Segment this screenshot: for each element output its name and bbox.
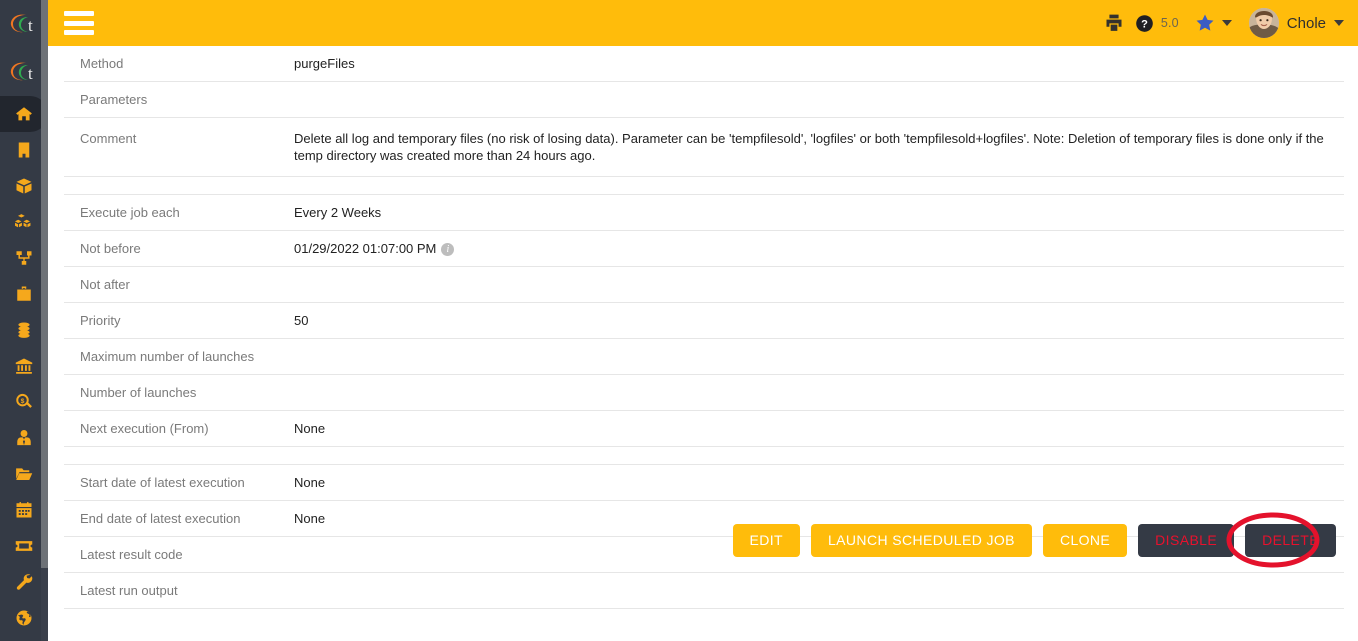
row-value: 01/29/2022 01:07:00 PM — [294, 241, 437, 256]
row-value — [292, 572, 1344, 609]
boxes-icon — [15, 214, 31, 228]
hamburger-bar — [64, 20, 94, 26]
table-row: Not after — [64, 266, 1344, 303]
delete-button-wrapper: DELETE — [1226, 512, 1336, 568]
row-value — [292, 81, 1344, 118]
printer-icon — [1106, 14, 1122, 31]
spacer-cell — [292, 446, 1344, 465]
row-value: None — [292, 464, 1344, 501]
row-value — [292, 374, 1344, 411]
app-root: t t $ ? 5.0 Chole Method purgeFiles Para… — [0, 0, 1358, 641]
row-label: Method — [64, 46, 292, 82]
row-value: purgeFiles — [292, 46, 1344, 82]
row-label: Comment — [64, 117, 292, 177]
table-row: Method purgeFiles — [64, 46, 1344, 82]
home-icon — [16, 107, 32, 121]
svg-text:$: $ — [21, 398, 25, 405]
main-area: ? 5.0 Chole Method purgeFiles Parameters… — [48, 0, 1358, 641]
table-row-spacer — [64, 446, 1344, 465]
row-label: Start date of latest execution — [64, 464, 292, 501]
table-row: Comment Delete all log and temporary fil… — [64, 117, 1344, 177]
row-label: Priority — [64, 302, 292, 339]
chevron-down-icon[interactable] — [1221, 20, 1232, 26]
info-icon[interactable]: i — [441, 243, 455, 256]
row-value: Delete all log and temporary files (no r… — [292, 117, 1344, 177]
logo-crescent-t-icon: t — [10, 14, 33, 35]
disable-button[interactable]: DISABLE — [1138, 524, 1235, 557]
row-value-with-info: 01/29/2022 01:07:00 PM i — [292, 230, 1344, 267]
search-dollar-icon: $ — [16, 393, 32, 408]
table-row-spacer — [64, 176, 1344, 195]
avatar — [1248, 8, 1279, 38]
spacer-cell — [64, 176, 292, 195]
table-row: Next execution (From) None — [64, 410, 1344, 447]
launch-scheduled-job-button[interactable]: LAUNCH SCHEDULED JOB — [811, 524, 1032, 557]
row-label: Parameters — [64, 81, 292, 118]
globe-icon — [16, 610, 32, 626]
row-value: None — [292, 410, 1344, 447]
ticket-icon — [15, 541, 33, 551]
coins-icon — [18, 322, 30, 338]
sidebar: t t $ — [0, 0, 48, 641]
row-value: 50 — [292, 302, 1344, 339]
logo-crescent-t-icon: t — [10, 62, 33, 83]
row-label: Not before — [64, 230, 292, 267]
topbar-actions: ? 5.0 Chole — [1104, 8, 1344, 38]
delete-button[interactable]: DELETE — [1245, 524, 1336, 557]
help-button[interactable]: ? — [1135, 14, 1154, 33]
user-tie-icon — [17, 430, 31, 446]
wrench-icon — [16, 574, 33, 590]
row-label: Execute job each — [64, 194, 292, 231]
star-icon[interactable] — [1195, 13, 1215, 33]
user-menu[interactable]: Chole — [1248, 8, 1344, 38]
bank-icon — [15, 358, 33, 374]
topbar: ? 5.0 Chole — [48, 0, 1358, 46]
version-label: 5.0 — [1160, 16, 1179, 30]
table-row: Not before 01/29/2022 01:07:00 PM i — [64, 230, 1344, 267]
scheduled-job-detail-panel: Method purgeFiles Parameters Comment Del… — [48, 46, 1358, 641]
svg-text:t: t — [28, 16, 33, 35]
sidebar-scrollbar-thumb[interactable] — [41, 0, 48, 568]
table-row: Priority 50 — [64, 302, 1344, 339]
user-name-label: Chole — [1286, 14, 1326, 32]
briefcase-icon — [17, 286, 31, 301]
box-icon — [16, 178, 32, 194]
calendar-icon — [16, 502, 32, 518]
table-row: Number of launches — [64, 374, 1344, 411]
spacer-cell — [292, 176, 1344, 195]
sitemap-icon — [16, 251, 32, 265]
building-icon — [18, 142, 30, 158]
svg-text:?: ? — [1141, 18, 1148, 30]
row-label: Not after — [64, 266, 292, 303]
row-value — [292, 338, 1344, 375]
row-label: Number of launches — [64, 374, 292, 411]
table-row: Start date of latest execution None — [64, 464, 1344, 501]
avatar-photo-icon — [1248, 8, 1279, 38]
sidebar-scrollbar-track[interactable] — [41, 0, 48, 641]
print-button[interactable] — [1104, 13, 1124, 33]
row-value: Every 2 Weeks — [292, 194, 1344, 231]
clone-button[interactable]: CLONE — [1042, 524, 1128, 557]
table-row: Maximum number of launches — [64, 338, 1344, 375]
folder-open-icon — [16, 468, 33, 480]
row-label: Maximum number of launches — [64, 338, 292, 375]
table-row: Parameters — [64, 81, 1344, 118]
hamburger-bar — [64, 30, 94, 35]
chevron-down-icon[interactable] — [1334, 20, 1344, 26]
row-label: Next execution (From) — [64, 410, 292, 447]
table-row: Execute job each Every 2 Weeks — [64, 194, 1344, 231]
question-circle-icon: ? — [1136, 14, 1153, 32]
row-label: End date of latest execution — [64, 500, 292, 537]
row-label: Latest run output — [64, 572, 292, 609]
action-button-bar: EDIT LAUNCH SCHEDULED JOB CLONE DISABLE … — [732, 512, 1336, 568]
hamburger-bar — [64, 11, 94, 16]
favorites-control[interactable] — [1195, 13, 1232, 33]
row-value — [292, 266, 1344, 303]
spacer-cell — [64, 446, 292, 465]
svg-text:t: t — [28, 64, 33, 83]
edit-button[interactable]: EDIT — [732, 524, 800, 557]
menu-toggle-button[interactable] — [64, 11, 94, 35]
row-label: Latest result code — [64, 536, 292, 573]
table-row: Latest run output — [64, 572, 1344, 609]
